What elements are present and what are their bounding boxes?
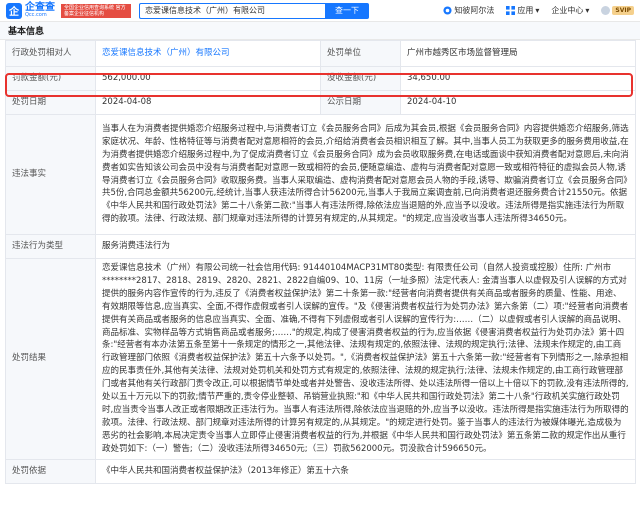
search-button[interactable]: 查一下	[325, 2, 369, 19]
table-row: 处罚结果 恋爱课信息技术（广州）有限公司统一社会信用代码: 91440104MA…	[5, 258, 636, 460]
nav-app-label: 应用	[517, 6, 534, 15]
table-row: 行政处罚相对人 恋爱课信息技术（广州）有限公司 处罚单位 广州市越秀区市场监督管…	[5, 40, 636, 67]
unit-label: 处罚单位	[320, 40, 401, 67]
table-row: 罚款金额(元) 562,000.00 没收金额(元) 34,650.00	[5, 66, 636, 91]
facts-label: 违法事实	[5, 114, 96, 235]
org-link[interactable]: 恋爱课信息技术（广州）有限公司	[102, 48, 230, 58]
chevron-down-icon: ▾	[585, 6, 590, 15]
pub-label: 公示日期	[320, 90, 401, 115]
top-nav: 知彼阿尔法 应用 ▾ 企业中心 ▾ SVIP	[443, 5, 634, 16]
nav-zhipo-label: 知彼阿尔法	[454, 6, 495, 15]
confiscate-value: 34,650.00	[400, 66, 636, 91]
type-label: 违法行为类型	[5, 234, 96, 259]
nav-zhipo[interactable]: 知彼阿尔法	[443, 5, 494, 16]
date-label: 处罚日期	[5, 90, 96, 115]
top-bar: 企 企查查 Qcc.com 全国企业信用查询系统 官方备案企业征信机构 查一下 …	[0, 0, 640, 22]
org-value: 恋爱课信息技术（广州）有限公司	[95, 40, 321, 67]
avatar-icon	[601, 6, 611, 15]
basis-value: 《中华人民共和国消费者权益保护法》（2013年修正）第五十六条	[95, 458, 636, 484]
date-value: 2024-04-08	[95, 90, 321, 115]
official-badge: 全国企业信用查询系统 官方备案企业征信机构	[61, 3, 131, 18]
facts-value: 当事人在为消费者提供婚恋介绍服务过程中,与消费者订立《会员服务合同》后成为其会员…	[95, 114, 636, 235]
table-row: 违法行为类型 服务消费违法行为	[5, 234, 636, 259]
nav-enterprise[interactable]: 企业中心 ▾	[551, 5, 589, 16]
pub-value: 2024-04-10	[400, 90, 636, 115]
org-label: 行政处罚相对人	[5, 40, 96, 67]
table-row: 处罚依据 《中华人民共和国消费者权益保护法》（2013年修正）第五十六条	[5, 458, 636, 484]
result-value: 恋爱课信息技术（广州）有限公司统一社会信用代码: 91440104MACP31M…	[95, 258, 636, 460]
logo-domain: Qcc.com	[25, 12, 47, 18]
zhipo-icon	[443, 6, 452, 15]
type-value: 服务消费违法行为	[95, 234, 636, 259]
fine-value: 562,000.00	[95, 66, 321, 91]
chevron-down-icon: ▾	[535, 6, 540, 15]
vip-badge: SVIP	[612, 6, 634, 15]
grid-icon	[506, 6, 516, 15]
result-label: 处罚结果	[5, 258, 96, 460]
confiscate-label: 没收金额(元)	[320, 66, 401, 91]
nav-enterprise-label: 企业中心	[551, 6, 584, 15]
table-row: 违法事实 当事人在为消费者提供婚恋介绍服务过程中,与消费者订立《会员服务合同》后…	[5, 114, 636, 235]
logo[interactable]: 企 企查查 Qcc.com	[6, 2, 55, 19]
penalty-info-table: 行政处罚相对人 恋爱课信息技术（广州）有限公司 处罚单位 广州市越秀区市场监督管…	[5, 40, 636, 484]
basis-label: 处罚依据	[5, 458, 96, 484]
section-title: 基本信息	[0, 22, 640, 40]
nav-user[interactable]: SVIP	[601, 6, 634, 15]
logo-mark: 企	[6, 2, 22, 19]
unit-value: 广州市越秀区市场监督管理局	[400, 40, 636, 67]
nav-app[interactable]: 应用 ▾	[506, 5, 539, 16]
search-bar: 查一下	[139, 2, 369, 19]
table-row: 处罚日期 2024-04-08 公示日期 2024-04-10	[5, 90, 636, 115]
fine-label: 罚款金额(元)	[5, 66, 96, 91]
search-input[interactable]	[139, 2, 325, 19]
